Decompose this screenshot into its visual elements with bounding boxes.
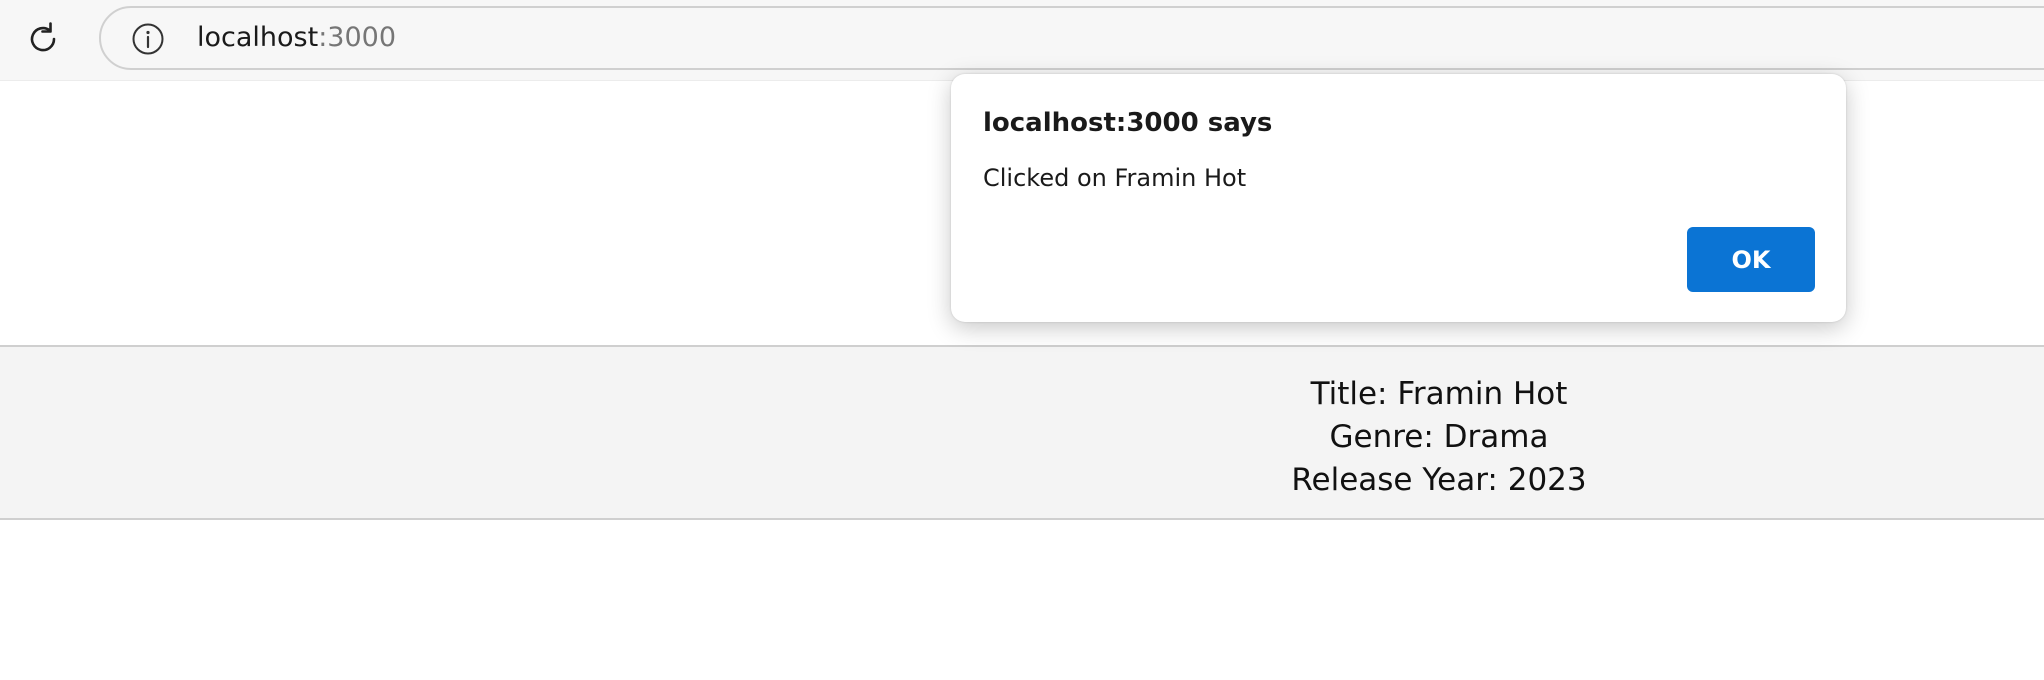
address-bar[interactable]: localhost:3000: [99, 6, 2044, 70]
movie-genre: Genre: Drama: [1329, 419, 1549, 455]
site-info-icon[interactable]: [131, 22, 165, 56]
dialog-title: localhost:3000 says: [983, 108, 1273, 138]
alert-dialog: localhost:3000 says Clicked on Framin Ho…: [951, 74, 1846, 322]
movie-release-year: Release Year: 2023: [1291, 462, 1587, 498]
url-host: localhost: [197, 22, 319, 53]
ok-button[interactable]: OK: [1687, 227, 1815, 292]
movie-item[interactable]: Title: Framin Hot Genre: Drama Release Y…: [0, 345, 2044, 520]
movie-details: Title: Framin Hot Genre: Drama Release Y…: [1239, 373, 1639, 502]
browser-toolbar: localhost:3000: [0, 0, 2044, 81]
reload-button[interactable]: [22, 18, 64, 60]
url-port: :3000: [318, 22, 397, 53]
movie-title: Title: Framin Hot: [1310, 376, 1568, 412]
url-text[interactable]: localhost:3000: [197, 21, 396, 55]
dialog-message: Clicked on Framin Hot: [983, 164, 1247, 192]
reload-icon: [30, 22, 56, 52]
